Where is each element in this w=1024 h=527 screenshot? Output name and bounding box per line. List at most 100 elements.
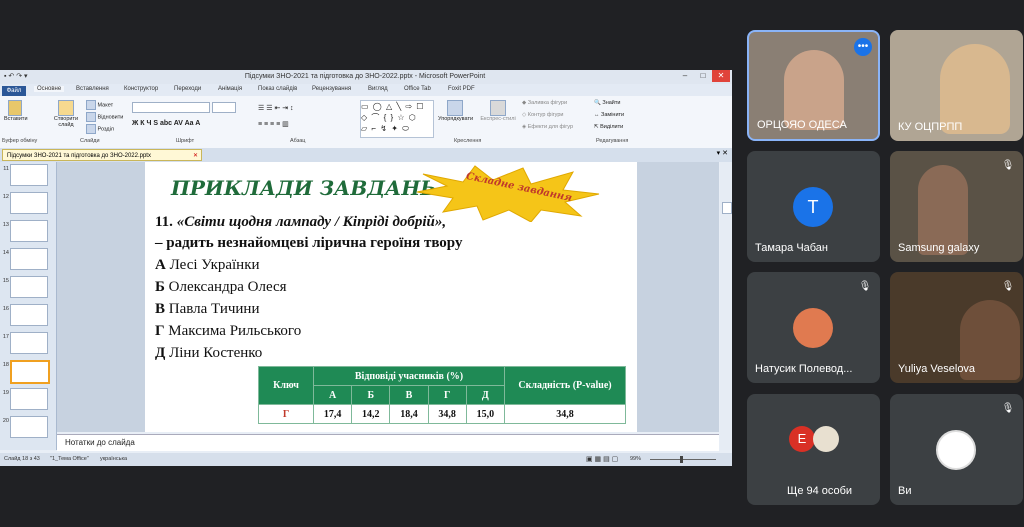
participant-tile[interactable]: 🎙 Yuliya Veselova <box>890 272 1023 383</box>
participant-tile[interactable]: 🎙 Samsung galaxy <box>890 151 1023 262</box>
option-text: Ліни Костенко <box>169 345 263 361</box>
answer-value: 34,8 <box>427 404 467 424</box>
answer-value: 14,2 <box>351 404 391 424</box>
participant-tile[interactable]: КУ ОЦПРПП <box>890 30 1023 141</box>
slide-thumbnail[interactable] <box>10 304 48 326</box>
slide-thumbnail[interactable] <box>10 332 48 354</box>
option-letter: Д <box>155 345 166 361</box>
tab-review[interactable]: Рецензування <box>312 86 351 92</box>
tab-insert[interactable]: Вставлення <box>76 86 109 92</box>
close-icon[interactable]: ✕ <box>712 70 730 82</box>
shape-outline-button[interactable]: ◇ Контур фігури <box>522 112 564 118</box>
participant-tile-others[interactable]: Е Ще 94 особи <box>747 394 880 505</box>
key-value: Г <box>258 404 314 424</box>
view-buttons[interactable]: ▣ ▦ ▤ ▢ <box>586 455 618 463</box>
zoom-slider-thumb[interactable] <box>680 456 683 463</box>
create-slide-label: Створити слайд <box>53 116 79 128</box>
maximize-icon[interactable]: □ <box>694 70 712 82</box>
find-button[interactable]: 🔍 Знайти <box>594 100 620 106</box>
zoom-slider[interactable] <box>650 459 716 460</box>
close-tab-icon[interactable]: ✕ <box>193 150 198 162</box>
letter-header: А <box>312 385 353 405</box>
thumb-number: 13 <box>2 222 9 228</box>
layout-button[interactable]: Макет <box>86 100 113 110</box>
question-quote: «Світи щодня лампаду / Кіпріді добрій», <box>176 214 447 230</box>
participant-name: ОРЦОЯО ОДЕСА <box>757 119 847 131</box>
tab-home[interactable]: Основне <box>34 86 65 92</box>
font-name-select[interactable] <box>132 102 210 113</box>
slide-thumbnail-selected[interactable] <box>10 360 50 384</box>
select-button[interactable]: ⇱ Виділити <box>594 124 623 130</box>
avatar: Е <box>789 426 815 452</box>
group-editing-label: Редагування <box>596 138 629 144</box>
slide-thumbnail[interactable] <box>10 388 48 410</box>
participant-tile[interactable]: 🎙 Натусик Полевод... <box>747 272 880 383</box>
document-tab-label: Підсумки ЗНО-2021 та підготовка до ЗНО-2… <box>7 153 151 159</box>
group-drawing-label: Креслення <box>454 138 482 144</box>
key-header: Ключ <box>258 366 314 405</box>
slide-thumbnail[interactable] <box>10 164 48 186</box>
shape-effects-label: Ефекти для фігур <box>527 124 574 130</box>
slide[interactable]: ПРИКЛАДИ ЗАВДАНЬ Складне завдання 11. «С… <box>145 162 637 432</box>
select-label: Виділити <box>600 124 624 130</box>
tab-animations[interactable]: Анімація <box>218 86 242 92</box>
slide-thumbnail[interactable] <box>10 416 48 438</box>
shape-fill-button[interactable]: ◆ Заливка фігури <box>522 100 567 106</box>
paste-button[interactable]: Вставити <box>4 100 28 122</box>
ribbon: Вставити Створити слайд Макет Відновити … <box>0 96 732 149</box>
notes-pane[interactable]: Нотатки до слайда <box>57 434 719 451</box>
slide-thumbnail[interactable] <box>10 220 48 242</box>
align-buttons[interactable]: ≡ ≡ ≡ ≡ ▥ <box>258 120 289 128</box>
mic-muted-icon: 🎙 <box>1001 281 1015 292</box>
participant-tile-self[interactable]: 🎙 Ви <box>890 394 1023 505</box>
answer-value: 15,0 <box>465 404 506 424</box>
quick-styles-button[interactable]: Експрес-стилі <box>478 100 518 122</box>
tab-foxit-pdf[interactable]: Foxit PDF <box>448 86 475 92</box>
quick-styles-label: Експрес-стилі <box>480 116 516 122</box>
slide-thumbnails-pane: 11 12 13 14 15 16 17 18 19 20 <box>0 162 57 450</box>
quick-access-icons[interactable]: ▪ ↶ ↷ ▾ <box>4 72 28 80</box>
participant-tile[interactable]: Т Тамара Чабан <box>747 151 880 262</box>
font-size-select[interactable] <box>212 102 236 113</box>
section-icon <box>86 124 96 134</box>
list-buttons[interactable]: ☰ ☰ ⇤ ⇥ ↕ <box>258 104 294 112</box>
thumb-number: 18 <box>2 362 9 368</box>
tab-design[interactable]: Конструктор <box>124 86 158 92</box>
thumb-number: 17 <box>2 334 9 340</box>
status-bar: Слайд 18 з 43 "1_Тема Office" українська… <box>0 453 732 466</box>
participant-tile[interactable]: ••• ОРЦОЯО ОДЕСА <box>747 30 880 141</box>
shape-fill-label: Заливка фігури <box>527 100 568 106</box>
replace-button[interactable]: ↔ Замінити <box>594 112 624 118</box>
create-slide-button[interactable]: Створити слайд <box>52 100 80 128</box>
scroll-thumb[interactable] <box>722 202 732 214</box>
reset-button[interactable]: Відновити <box>86 112 123 122</box>
shape-effects-button[interactable]: ◈ Ефекти для фігур <box>522 124 573 130</box>
avatar <box>813 426 839 452</box>
tab-list-icon[interactable]: ▾ ✕ <box>717 149 728 157</box>
replace-label: Замінити <box>601 112 625 118</box>
tab-file[interactable]: Файл <box>2 86 26 96</box>
tab-office-tab[interactable]: Office Tab <box>404 86 431 92</box>
slide-thumbnail[interactable] <box>10 248 48 270</box>
tab-view[interactable]: Вигляд <box>368 86 388 92</box>
tab-slideshow[interactable]: Показ слайдів <box>258 86 297 92</box>
paste-label: Вставити <box>4 116 28 122</box>
title-bar: ▪ ↶ ↷ ▾ Підсумки ЗНО-2021 та підготовка … <box>0 70 732 84</box>
slide-thumbnail[interactable] <box>10 276 48 298</box>
document-tab[interactable]: Підсумки ЗНО-2021 та підготовка до ЗНО-2… <box>2 149 202 161</box>
avatar <box>793 308 833 348</box>
font-format-buttons[interactable]: Ж К Ч S abc AV Aa A <box>132 120 200 127</box>
section-button[interactable]: Розділ <box>86 124 114 134</box>
slide-counter: Слайд 18 з 43 <box>4 456 40 462</box>
arrange-button[interactable]: Упорядкувати <box>438 100 473 122</box>
minimize-icon[interactable]: – <box>676 70 694 82</box>
vertical-scrollbar[interactable] <box>720 162 732 450</box>
speaking-icon: ••• <box>854 38 872 56</box>
tab-transitions[interactable]: Переходи <box>174 86 201 92</box>
slide-thumbnail[interactable] <box>10 192 48 214</box>
thumb-number: 16 <box>2 306 9 312</box>
theme-name: "1_Тема Office" <box>50 456 89 462</box>
arrange-icon <box>447 100 463 116</box>
option-letter: Г <box>155 323 165 339</box>
shapes-gallery[interactable]: ▭ ◯ △ ╲ ⇨ ☐ ◇ ⌒ { } ☆ ⬡ ▱ ⌐ ↯ ✦ ⬭ <box>360 100 434 138</box>
